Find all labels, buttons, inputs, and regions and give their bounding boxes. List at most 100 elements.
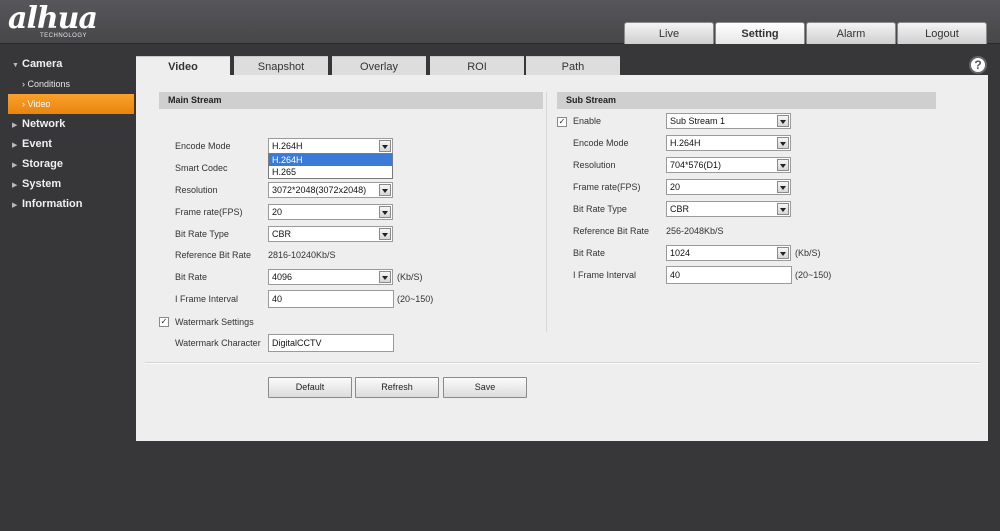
sub-bit-rate-type-label: Bit Rate Type bbox=[573, 204, 627, 214]
content-panel bbox=[136, 75, 988, 441]
dropdown-arrow-icon bbox=[777, 137, 789, 149]
select-value: H.264H bbox=[272, 141, 303, 151]
sub-bit-rate-label: Bit Rate bbox=[573, 248, 606, 258]
help-icon[interactable]: ? bbox=[969, 56, 987, 74]
watermark-settings-checkbox[interactable]: ✓ bbox=[159, 317, 169, 327]
watermark-character-label: Watermark Character bbox=[175, 338, 261, 348]
sub-iframe-interval-range: (20~150) bbox=[795, 270, 832, 280]
nav-setting[interactable]: Setting bbox=[715, 22, 805, 44]
sidebar-item-label: Information bbox=[22, 198, 83, 210]
bit-rate-unit: (Kb/S) bbox=[397, 272, 423, 282]
sub-bit-rate-type-select[interactable]: CBR bbox=[666, 201, 791, 217]
sub-frame-rate-select[interactable]: 20 bbox=[666, 179, 791, 195]
sub-stream-enable-label: Enable bbox=[573, 116, 602, 126]
chevron-right-icon: ▶ bbox=[12, 122, 18, 129]
tab-snapshot[interactable]: Snapshot bbox=[234, 56, 328, 76]
form-divider bbox=[145, 362, 980, 364]
frame-rate-label: Frame rate(FPS) bbox=[175, 207, 243, 217]
resolution-label: Resolution bbox=[175, 185, 218, 195]
bit-rate-label: Bit Rate bbox=[175, 272, 208, 282]
sub-stream-header: Sub Stream bbox=[557, 92, 936, 109]
chevron-down-icon: ▼ bbox=[12, 62, 19, 69]
nav-alarm[interactable]: Alarm bbox=[806, 22, 896, 44]
tab-overlay[interactable]: Overlay bbox=[332, 56, 426, 76]
watermark-character-input[interactable]: DigitalCCTV bbox=[268, 334, 394, 352]
iframe-interval-input[interactable]: 40 bbox=[268, 290, 394, 308]
frame-rate-select[interactable]: 20 bbox=[268, 204, 393, 220]
sidebar-item-label: Event bbox=[22, 138, 52, 150]
chevron-right-icon: › bbox=[22, 99, 25, 109]
sidebar-item-camera[interactable]: ▼ Camera bbox=[0, 54, 136, 74]
encode-option-h265[interactable]: H.265 bbox=[269, 166, 392, 178]
sidebar-item-system[interactable]: ▶ System bbox=[0, 174, 136, 194]
encode-mode-label: Encode Mode bbox=[175, 141, 231, 151]
encode-mode-select[interactable]: H.264H bbox=[268, 138, 393, 154]
default-button[interactable]: Default bbox=[268, 377, 352, 398]
sub-encode-mode-label: Encode Mode bbox=[573, 138, 629, 148]
sub-iframe-interval-input[interactable]: 40 bbox=[666, 266, 792, 284]
select-value: H.264H bbox=[670, 138, 701, 148]
sidebar-item-label: Video bbox=[27, 99, 51, 109]
sub-bit-rate-unit: (Kb/S) bbox=[795, 248, 821, 258]
dropdown-arrow-icon bbox=[379, 206, 391, 218]
chevron-right-icon: ▶ bbox=[12, 182, 18, 189]
main-stream-header: Main Stream bbox=[159, 92, 543, 109]
sub-bit-rate-select[interactable]: 1024 bbox=[666, 245, 791, 261]
bit-rate-select[interactable]: 4096 bbox=[268, 269, 393, 285]
select-value: 4096 bbox=[272, 272, 293, 282]
dropdown-arrow-icon bbox=[777, 115, 789, 127]
reference-bit-rate-label: Reference Bit Rate bbox=[175, 250, 252, 260]
dropdown-arrow-icon bbox=[379, 228, 391, 240]
chevron-right-icon: ▶ bbox=[12, 162, 18, 169]
resolution-select[interactable]: 3072*2048(3072x2048) bbox=[268, 182, 393, 198]
sidebar-item-label: System bbox=[22, 178, 62, 190]
encode-mode-dropdown[interactable]: H.264H H.265 bbox=[268, 153, 393, 179]
select-value: Sub Stream 1 bbox=[670, 116, 726, 126]
chevron-right-icon: › bbox=[22, 79, 25, 89]
chevron-right-icon: ▶ bbox=[12, 142, 18, 149]
watermark-settings-label: Watermark Settings bbox=[175, 317, 254, 327]
dropdown-arrow-icon bbox=[379, 140, 391, 152]
refresh-button[interactable]: Refresh bbox=[355, 377, 439, 398]
dropdown-arrow-icon bbox=[379, 271, 391, 283]
sub-stream-select[interactable]: Sub Stream 1 bbox=[666, 113, 791, 129]
chevron-right-icon: ▶ bbox=[12, 202, 18, 209]
encode-option-h264h[interactable]: H.264H bbox=[269, 154, 392, 166]
smart-codec-label: Smart Codec bbox=[175, 163, 228, 173]
tab-video[interactable]: Video bbox=[136, 56, 230, 76]
sidebar-item-information[interactable]: ▶ Information bbox=[0, 194, 136, 214]
reference-bit-rate-value: 2816-10240Kb/S bbox=[268, 250, 336, 260]
sidebar-item-label: Storage bbox=[22, 158, 63, 170]
iframe-interval-label: I Frame Interval bbox=[175, 294, 239, 304]
nav-live[interactable]: Live bbox=[624, 22, 714, 44]
select-value: 704*576(D1) bbox=[670, 160, 722, 170]
sub-reference-bit-rate-value: 256-2048Kb/S bbox=[666, 226, 724, 236]
sub-reference-bit-rate-label: Reference Bit Rate bbox=[573, 226, 650, 236]
tab-roi[interactable]: ROI bbox=[430, 56, 524, 76]
sidebar-item-label: Conditions bbox=[27, 79, 71, 89]
sidebar-item-network[interactable]: ▶ Network bbox=[0, 114, 136, 134]
select-value: 20 bbox=[272, 207, 283, 217]
save-button[interactable]: Save bbox=[443, 377, 527, 398]
bit-rate-type-select[interactable]: CBR bbox=[268, 226, 393, 242]
sub-resolution-select[interactable]: 704*576(D1) bbox=[666, 157, 791, 173]
sidebar-item-event[interactable]: ▶ Event bbox=[0, 134, 136, 154]
brand-tagline: TECHNOLOGY bbox=[40, 33, 88, 39]
sub-stream-enable-checkbox[interactable]: ✓ bbox=[557, 117, 567, 127]
bit-rate-type-label: Bit Rate Type bbox=[175, 229, 229, 239]
tab-path[interactable]: Path bbox=[526, 56, 620, 76]
select-value: CBR bbox=[272, 229, 292, 239]
sub-resolution-label: Resolution bbox=[573, 160, 616, 170]
select-value: 1024 bbox=[670, 248, 691, 258]
sub-encode-mode-select[interactable]: H.264H bbox=[666, 135, 791, 151]
select-value: 3072*2048(3072x2048) bbox=[272, 185, 367, 195]
select-value: CBR bbox=[670, 204, 690, 214]
sidebar-item-conditions[interactable]: › Conditions bbox=[0, 74, 136, 94]
sidebar-item-video[interactable]: › Video bbox=[8, 94, 134, 114]
sidebar-item-label: Network bbox=[22, 118, 66, 130]
iframe-interval-range: (20~150) bbox=[397, 294, 434, 304]
sidebar: ▼ Camera › Conditions › Video ▶ Network ▶ E… bbox=[0, 54, 136, 214]
dropdown-arrow-icon bbox=[777, 181, 789, 193]
sidebar-item-storage[interactable]: ▶ Storage bbox=[0, 154, 136, 174]
nav-logout[interactable]: Logout bbox=[897, 22, 987, 44]
